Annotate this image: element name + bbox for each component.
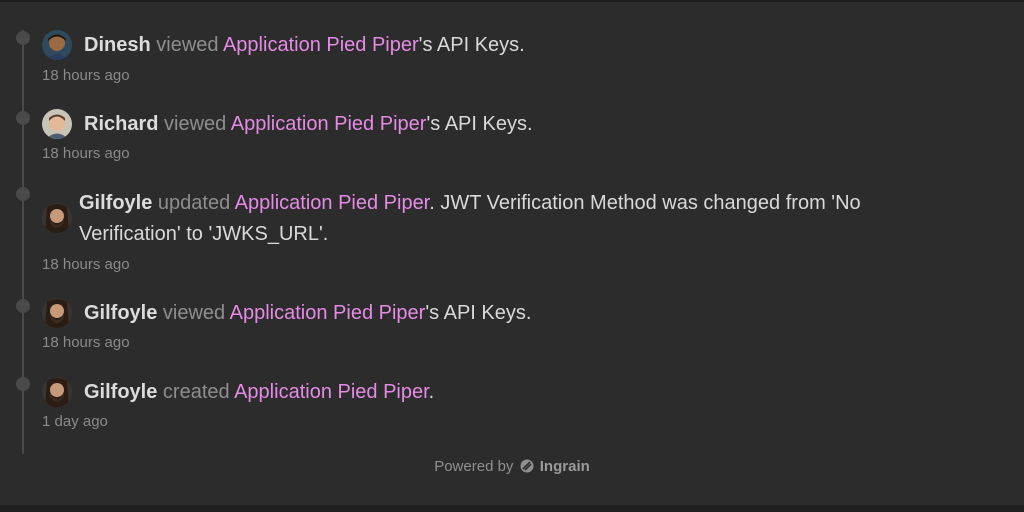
activity-entry: Gilfoyle updated Application Pied Piper.… bbox=[79, 188, 939, 250]
action-verb: viewed bbox=[156, 34, 219, 56]
application-link[interactable]: Application Pied Piper bbox=[235, 192, 430, 214]
timeline-dot bbox=[16, 111, 30, 125]
user-name[interactable]: Gilfoyle bbox=[79, 192, 152, 214]
timestamp: 18 hours ago bbox=[42, 256, 130, 273]
action-verb: updated bbox=[157, 192, 231, 214]
avatar-gilfoyle bbox=[42, 298, 72, 328]
ingrain-logo-icon bbox=[520, 459, 534, 477]
powered-by-brand[interactable]: Ingrain bbox=[540, 458, 590, 475]
top-border bbox=[0, 0, 1024, 2]
timeline-dot bbox=[16, 187, 30, 201]
user-name[interactable]: Dinesh bbox=[84, 34, 151, 56]
user-name[interactable]: Gilfoyle bbox=[84, 302, 157, 324]
timeline-dot bbox=[16, 299, 30, 313]
action-detail: 's API Keys. bbox=[425, 302, 532, 324]
powered-by-footer: Powered by Ingrain bbox=[0, 458, 1024, 477]
activity-entry: Dinesh viewed Application Pied Piper's A… bbox=[84, 30, 525, 61]
action-detail: 's API Keys. bbox=[426, 113, 533, 135]
application-link[interactable]: Application Pied Piper bbox=[223, 34, 419, 56]
action-verb: viewed bbox=[162, 302, 226, 324]
action-verb: viewed bbox=[164, 113, 227, 135]
action-detail: 's API Keys. bbox=[418, 34, 525, 56]
timestamp: 18 hours ago bbox=[42, 145, 130, 162]
timestamp: 1 day ago bbox=[42, 413, 108, 430]
user-name[interactable]: Gilfoyle bbox=[84, 381, 157, 403]
bottom-border bbox=[0, 505, 1024, 512]
activity-entry: Richard viewed Application Pied Piper's … bbox=[84, 109, 533, 140]
avatar-gilfoyle bbox=[42, 203, 72, 233]
application-link[interactable]: Application Pied Piper bbox=[230, 302, 426, 324]
avatar-dinesh bbox=[42, 30, 72, 60]
avatar-richard bbox=[42, 109, 72, 139]
user-name[interactable]: Richard bbox=[84, 113, 158, 135]
powered-by-label: Powered by bbox=[434, 458, 514, 475]
timestamp: 18 hours ago bbox=[42, 334, 130, 351]
action-verb: created bbox=[162, 381, 230, 403]
timestamp: 18 hours ago bbox=[42, 67, 130, 84]
application-link[interactable]: Application Pied Piper bbox=[231, 113, 427, 135]
timeline-dot bbox=[16, 377, 30, 391]
action-detail: . bbox=[428, 381, 435, 403]
activity-entry: Gilfoyle created Application Pied Piper. bbox=[84, 377, 434, 408]
avatar-gilfoyle bbox=[42, 377, 72, 407]
timeline-dot bbox=[16, 31, 30, 45]
application-link[interactable]: Application Pied Piper bbox=[234, 381, 429, 403]
activity-entry: Gilfoyle viewed Application Pied Piper's… bbox=[84, 298, 531, 329]
